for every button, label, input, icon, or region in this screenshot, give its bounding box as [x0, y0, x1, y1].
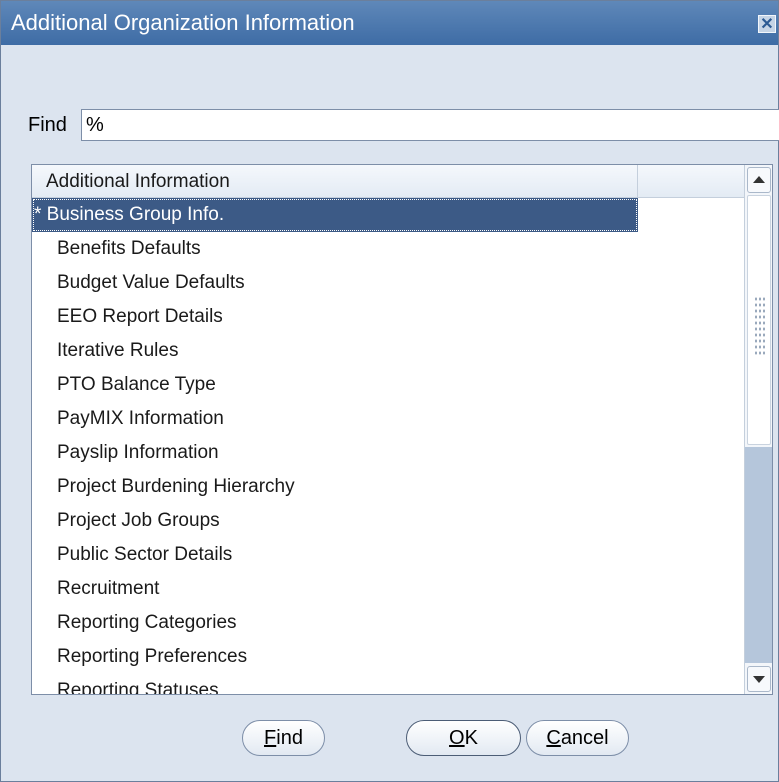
list-item[interactable]: PayMIX Information: [32, 402, 638, 436]
cancel-button-mnemonic: C: [546, 727, 561, 749]
list-item[interactable]: Reporting Categories: [32, 606, 638, 640]
results-list: Additional Information * Business Group …: [31, 164, 773, 695]
scroll-up-button[interactable]: [747, 167, 771, 193]
list-item[interactable]: EEO Report Details: [32, 300, 638, 334]
ok-button-mnemonic: O: [449, 727, 465, 749]
close-icon[interactable]: ✕: [758, 15, 776, 33]
list-item[interactable]: Reporting Statuses: [32, 674, 638, 694]
list-item[interactable]: Recruitment: [32, 572, 638, 606]
list-item[interactable]: Iterative Rules: [32, 334, 638, 368]
list-item[interactable]: Project Burdening Hierarchy: [32, 470, 638, 504]
list-item[interactable]: Payslip Information: [32, 436, 638, 470]
find-button-mnemonic: F: [264, 727, 277, 749]
ok-button[interactable]: OK: [406, 720, 521, 756]
dialog-window: Additional Organization Information ✕ Fi…: [0, 0, 779, 782]
cancel-button[interactable]: Cancel: [526, 720, 629, 756]
find-button[interactable]: Find: [242, 720, 325, 756]
scroll-thumb[interactable]: [747, 195, 771, 445]
column-header-additional-information[interactable]: Additional Information: [32, 165, 638, 197]
scroll-track[interactable]: [745, 447, 772, 663]
list-item[interactable]: * Business Group Info.: [32, 198, 638, 232]
list-item[interactable]: Project Job Groups: [32, 504, 638, 538]
title-bar[interactable]: Additional Organization Information ✕: [1, 1, 778, 45]
window-title: Additional Organization Information: [11, 10, 355, 35]
grip-icon: [754, 296, 766, 356]
column-header-label: Additional Information: [46, 171, 230, 192]
list-item[interactable]: Budget Value Defaults: [32, 266, 638, 300]
find-label: Find: [28, 114, 67, 136]
list-item[interactable]: Public Sector Details: [32, 538, 638, 572]
list-item[interactable]: Reporting Preferences: [32, 640, 638, 674]
list-header: Additional Information: [32, 165, 744, 198]
cancel-button-label: ancel: [560, 727, 609, 749]
find-button-label: ind: [276, 727, 303, 749]
vertical-scrollbar[interactable]: [744, 165, 772, 694]
scroll-down-button[interactable]: [747, 666, 771, 692]
arrow-down-icon: [753, 676, 765, 683]
list-rows: * Business Group Info. Benefits Defaults B…: [32, 198, 744, 694]
arrow-up-icon: [753, 176, 765, 183]
find-input[interactable]: [81, 109, 779, 141]
ok-button-label: K: [464, 727, 478, 749]
list-item[interactable]: Benefits Defaults: [32, 232, 638, 266]
list-item[interactable]: PTO Balance Type: [32, 368, 638, 402]
